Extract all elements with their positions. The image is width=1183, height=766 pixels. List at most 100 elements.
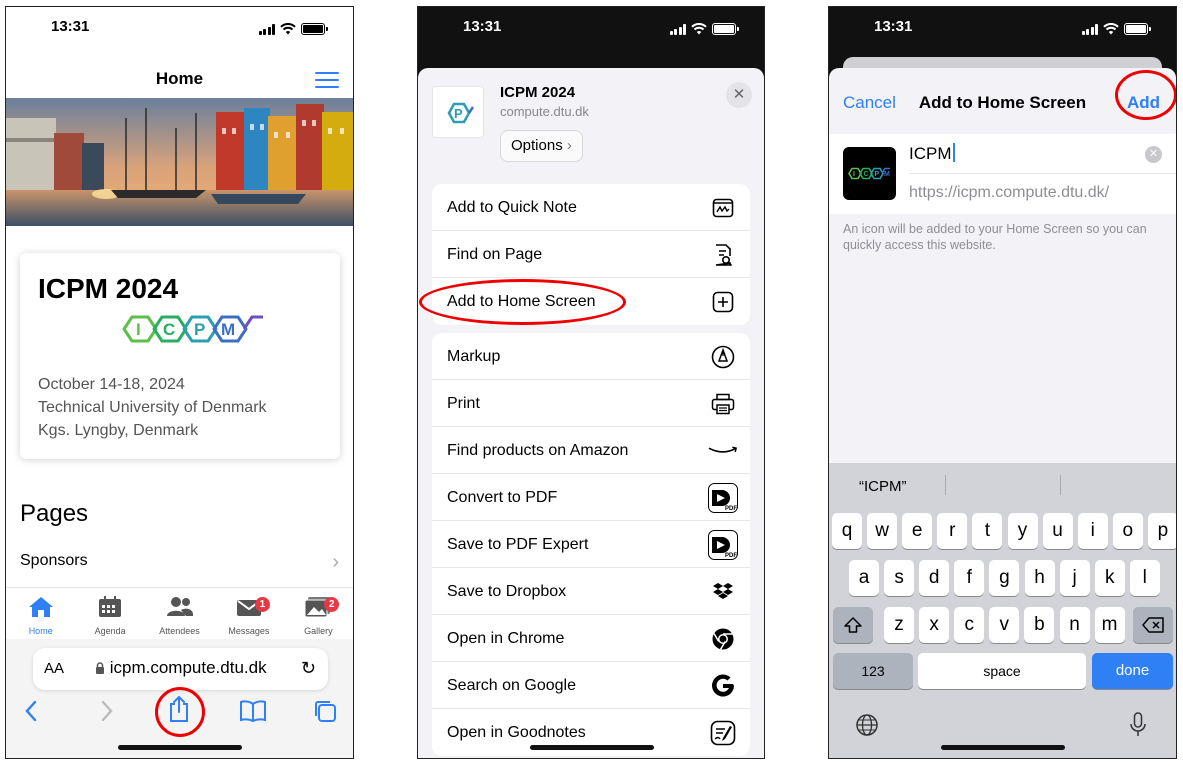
predictive-bar: “ICPM” <box>829 463 1176 505</box>
numbers-key[interactable]: 123 <box>833 653 913 689</box>
key-l[interactable]: l <box>1129 560 1160 596</box>
space-key[interactable]: space <box>918 653 1086 689</box>
key-x[interactable]: x <box>919 607 950 643</box>
forward-icon[interactable] <box>100 699 114 723</box>
back-icon[interactable] <box>24 699 38 723</box>
key-o[interactable]: o <box>1112 513 1143 549</box>
suggestion-item[interactable]: “ICPM” <box>859 478 907 495</box>
reader-options-button[interactable]: AA <box>44 660 64 677</box>
tabs-icon[interactable] <box>313 699 337 723</box>
key-f[interactable]: f <box>954 560 985 596</box>
battery-icon <box>712 23 739 35</box>
action-find-products-on-amazon[interactable]: Find products on Amazon <box>432 427 750 474</box>
tab-gallery[interactable]: 2 Gallery <box>284 588 353 639</box>
done-key[interactable]: done <box>1092 653 1173 689</box>
key-d[interactable]: d <box>919 560 950 596</box>
key-k[interactable]: k <box>1094 560 1125 596</box>
app-tab-bar: Home Agenda Attendees 1 Messages 2 Galle… <box>6 587 353 639</box>
add-to-home-screen-screen: 13:31 Cancel Add to Home Screen Add I CPM… <box>828 6 1177 759</box>
key-y[interactable]: y <box>1007 513 1038 549</box>
action-search-on-google[interactable]: Search on Google <box>432 662 750 709</box>
action-add-to-quick-note[interactable]: Add to Quick Note <box>432 184 750 231</box>
action-print[interactable]: Print <box>432 380 750 427</box>
pdf-expert-icon: PDF <box>708 482 738 513</box>
safari-page-screen: 13:31 Home ICPM 2024 I C P M October 14-… <box>5 6 354 759</box>
site-title: ICPM 2024 <box>500 84 576 101</box>
globe-icon[interactable] <box>855 713 879 737</box>
signal-icon <box>1081 23 1098 35</box>
home-indicator <box>530 745 654 750</box>
sponsors-link[interactable]: Sponsors › <box>20 551 341 573</box>
address-bar[interactable]: AA icpm.compute.dtu.dk ↻ <box>33 648 328 690</box>
bookmark-form: ICPM ICPM ✕ https://icpm.compute.dtu.dk/ <box>829 134 1176 214</box>
chevron-right-icon: › <box>332 551 339 573</box>
key-m[interactable]: m <box>1094 607 1125 643</box>
key-n[interactable]: n <box>1059 607 1090 643</box>
icpm-logo: I C P M <box>120 313 265 350</box>
svg-text:M: M <box>884 171 890 178</box>
key-a[interactable]: a <box>849 560 879 596</box>
action-convert-to-pdf[interactable]: Convert to PDF PDF <box>432 474 750 521</box>
action-add-to-home-screen[interactable]: Add to Home Screen <box>432 278 750 325</box>
quick-note-icon <box>712 198 734 217</box>
options-button[interactable]: Options › <box>500 130 583 162</box>
key-r[interactable]: r <box>937 513 968 549</box>
key-u[interactable]: u <box>1042 513 1073 549</box>
people-icon <box>166 597 193 616</box>
svg-text:I: I <box>853 171 855 178</box>
action-markup[interactable]: Markup <box>432 333 750 380</box>
action-save-to-dropbox[interactable]: Save to Dropbox <box>432 568 750 615</box>
key-g[interactable]: g <box>989 560 1020 596</box>
key-q[interactable]: q <box>832 513 862 549</box>
share-actions-group-2: Markup Print Find products on Amazon Con… <box>432 333 750 756</box>
shift-key[interactable] <box>833 607 873 643</box>
home-indicator <box>941 745 1065 750</box>
conference-location: Kgs. Lyngby, Denmark <box>38 422 199 439</box>
action-find-on-page[interactable]: Find on Page <box>432 231 750 278</box>
microphone-icon[interactable] <box>1129 712 1147 738</box>
dropbox-icon <box>713 582 733 599</box>
menu-icon[interactable] <box>315 72 339 93</box>
url-field: https://icpm.compute.dtu.dk/ <box>909 184 1110 201</box>
key-t[interactable]: t <box>972 513 1003 549</box>
tab-agenda[interactable]: Agenda <box>75 588 144 639</box>
key-e[interactable]: e <box>902 513 933 549</box>
reload-icon[interactable]: ↻ <box>301 658 316 679</box>
lock-icon <box>96 662 104 674</box>
key-w[interactable]: w <box>867 513 898 549</box>
share-icon[interactable] <box>168 695 190 723</box>
key-i[interactable]: i <box>1077 513 1108 549</box>
share-sheet-header: P ICPM 2024 compute.dtu.dk Options › ✕ <box>418 68 764 177</box>
key-z[interactable]: z <box>884 607 914 643</box>
delete-key[interactable] <box>1133 607 1173 643</box>
key-c[interactable]: c <box>954 607 985 643</box>
key-v[interactable]: v <box>989 607 1020 643</box>
add-button[interactable]: Add <box>1127 93 1160 113</box>
name-field[interactable]: ICPM <box>909 143 955 164</box>
tab-home[interactable]: Home <box>6 588 75 639</box>
key-b[interactable]: b <box>1024 607 1055 643</box>
wifi-icon <box>691 23 707 35</box>
backspace-icon <box>1142 617 1164 633</box>
clear-text-icon[interactable]: ✕ <box>1145 146 1162 163</box>
find-on-page-icon <box>715 243 733 266</box>
site-host: compute.dtu.dk <box>500 104 589 119</box>
battery-icon <box>301 23 328 35</box>
key-p[interactable]: p <box>1147 513 1176 549</box>
chrome-icon <box>712 628 734 650</box>
signal-icon <box>669 23 686 35</box>
key-j[interactable]: j <box>1059 560 1090 596</box>
tab-attendees[interactable]: Attendees <box>145 588 214 639</box>
browser-toolbar <box>6 695 353 729</box>
action-save-to-pdf-expert[interactable]: Save to PDF Expert PDF <box>432 521 750 568</box>
goodnotes-icon <box>710 720 736 745</box>
key-s[interactable]: s <box>884 560 915 596</box>
action-open-in-chrome[interactable]: Open in Chrome <box>432 615 750 662</box>
key-h[interactable]: h <box>1024 560 1055 596</box>
chevron-right-icon: › <box>566 137 572 154</box>
tab-messages[interactable]: 1 Messages <box>214 588 283 639</box>
bookmarks-icon[interactable] <box>239 699 267 723</box>
safari-bottom-bar: AA icpm.compute.dtu.dk ↻ <box>6 639 353 758</box>
messages-badge: 1 <box>254 597 270 612</box>
close-icon[interactable]: ✕ <box>726 82 752 108</box>
